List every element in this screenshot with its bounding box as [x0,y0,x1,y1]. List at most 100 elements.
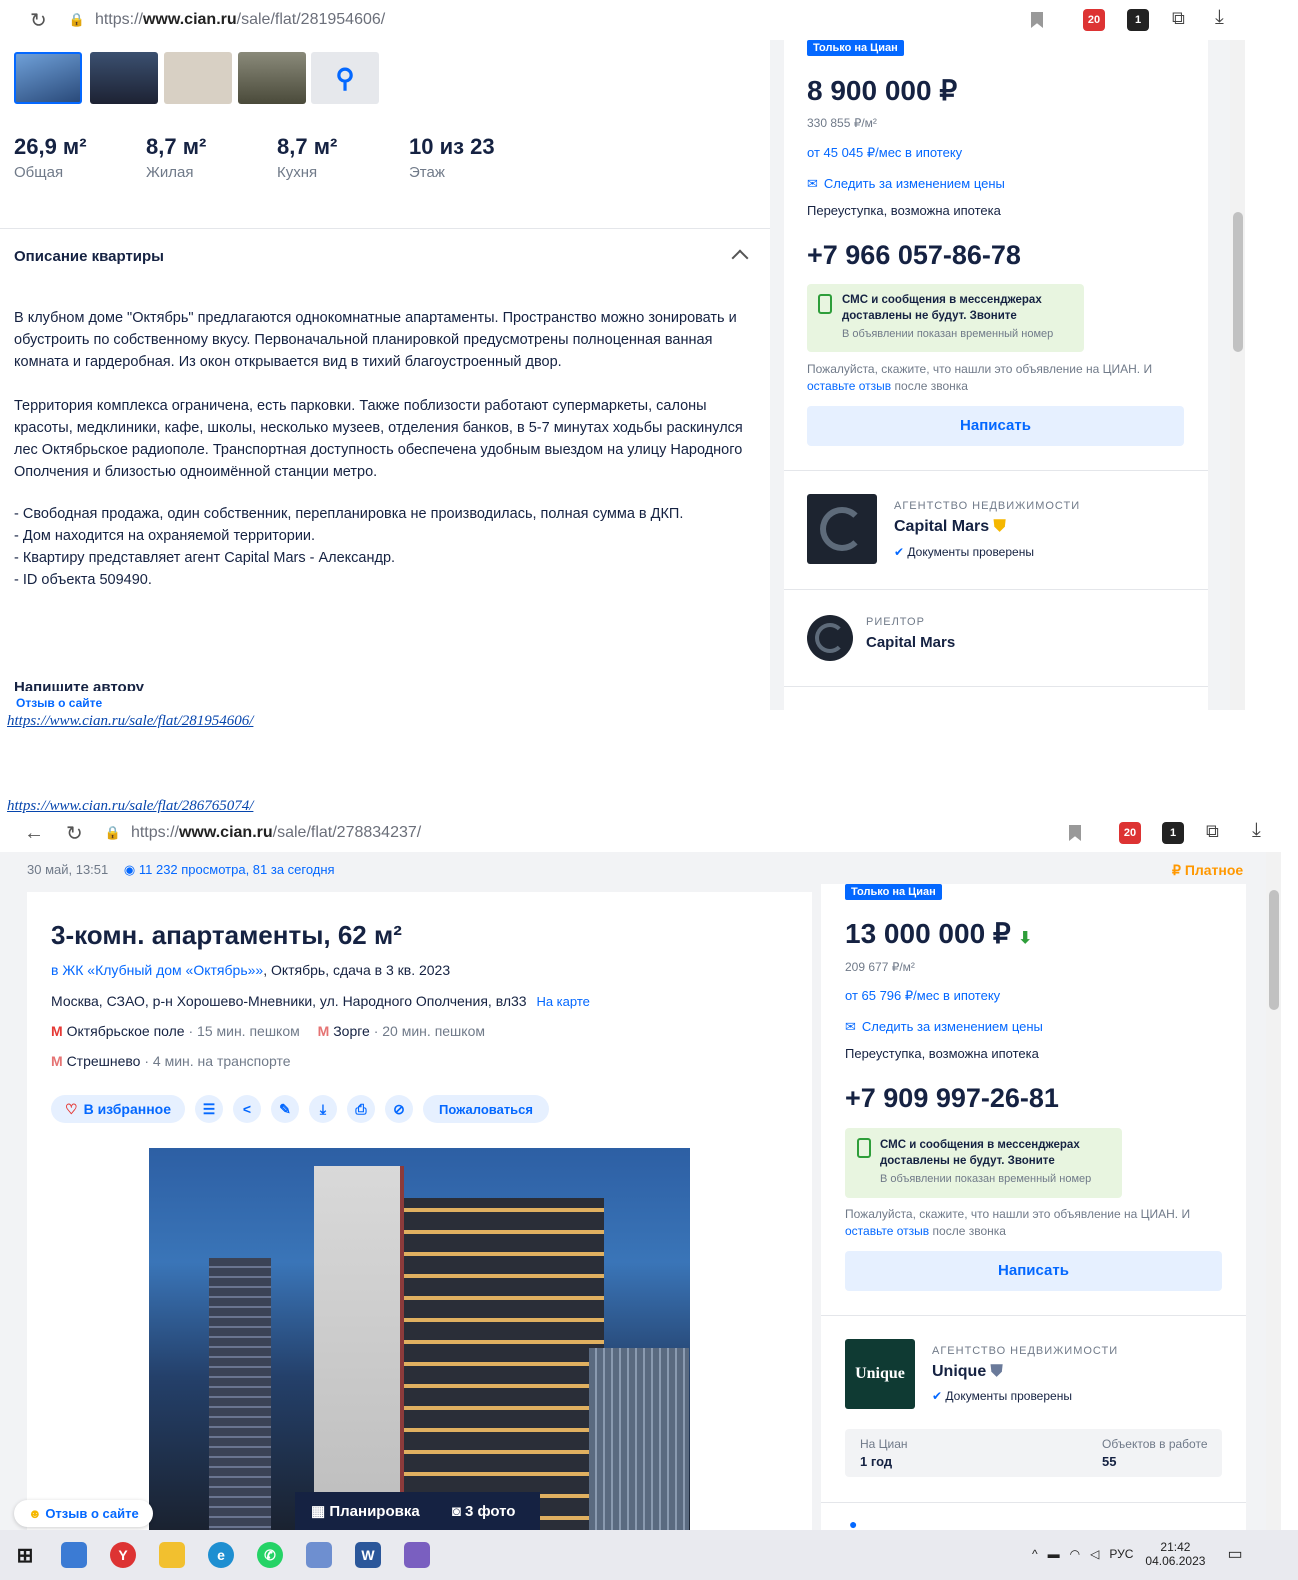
metro-icon: M [51,1053,63,1069]
source-link-2[interactable]: https://www.cian.ru/sale/flat/286765074/ [7,798,253,815]
address-bar[interactable]: https://www.cian.ru/sale/flat/281954606/ [95,11,385,29]
extension-icon-2[interactable]: 1 [1162,822,1184,844]
download-button[interactable]: ⤓ [309,1095,338,1123]
print-button[interactable]: ⎙ [347,1095,376,1123]
reload-icon[interactable]: ↻ [30,8,47,33]
phone-number[interactable]: +7 909 997-26-81 [845,1083,1059,1114]
floorplan-button[interactable]: ▦ Планировка [311,1502,420,1520]
extension-icon-1[interactable]: 20 [1083,9,1105,31]
stat-kitchen: 8,7 м² Кухня [277,134,337,181]
views-link[interactable]: 11 232 просмотра, 81 за сегодня [139,862,335,877]
scroll-thumb[interactable] [1269,890,1279,1010]
system-tray: ^ ▬ ◠ ◁ РУС 21:42 04.06.2023 ▭ [1032,1540,1243,1568]
yandex-browser-icon[interactable]: Y [110,1542,136,1568]
metro-line-1: M Октябрьское поле · 15 мин. пешком M Зо… [51,1023,485,1039]
bookmark-icon[interactable] [1031,12,1043,28]
metro-station[interactable]: Зорге [333,1023,370,1039]
chevron-up-icon[interactable]: ^ [1032,1547,1038,1561]
agency-name[interactable]: Capital Mars ⛊ [894,518,1006,536]
main-photo[interactable] [149,1148,690,1530]
paint-icon[interactable] [404,1542,430,1568]
volume-icon[interactable]: ◁ [1090,1547,1099,1561]
taskbar-app-icon-1[interactable] [61,1542,87,1568]
follow-price-link[interactable]: ✉ Следить за изменением цены [807,176,1005,192]
photos-button[interactable]: ◙ 3 фото [452,1503,516,1520]
mortgage-link[interactable]: от 65 796 ₽/мес в ипотеку [845,988,1000,1004]
thumbnail-4[interactable] [238,52,306,104]
card-divider [784,470,1208,471]
scrollbar-2[interactable] [1266,852,1281,1530]
metro-station[interactable]: Октябрьское поле [67,1023,185,1039]
scroll-thumb[interactable] [1233,212,1243,352]
thumbnail-1[interactable] [14,52,82,104]
envelope-icon: ✉ [845,1019,856,1034]
address-text: Москва, СЗАО, р-н Хорошево-Мневники, ул.… [51,993,527,1009]
favorite-button[interactable]: ♡ В избранное [51,1095,186,1123]
map-pin-icon: ⚲ [335,62,355,93]
whatsapp-icon[interactable]: ✆ [257,1542,283,1568]
agency-logo[interactable] [807,494,877,564]
metro-station[interactable]: Стрешнево [67,1053,141,1069]
floorplan-icon: ▦ [311,1503,326,1520]
agency-type: АГЕНТСТВО НЕДВИЖИМОСТИ [932,1345,1119,1357]
scrollbar-1[interactable] [1230,40,1245,710]
language-indicator[interactable]: РУС [1109,1547,1133,1561]
wifi-icon[interactable]: ◠ [1070,1547,1080,1561]
source-link-1[interactable]: https://www.cian.ru/sale/flat/281954606/ [7,713,253,730]
taskbar-app-icon-2[interactable] [306,1542,332,1568]
battery-icon[interactable]: ▬ [1048,1547,1060,1561]
feedback-label: Отзыв о сайте [45,1506,139,1521]
building-left [209,1258,271,1530]
extensions-puzzle-icon[interactable]: ⧉ [1172,8,1185,29]
eye-icon: ◉ [123,862,136,877]
edge-icon[interactable]: e [208,1542,234,1568]
hide-button[interactable]: ⊘ [385,1095,414,1123]
feedback-button[interactable]: Отзыв о сайте [10,694,109,712]
deal-type: Переуступка, возможна ипотека [807,203,1001,218]
extension-icon-2[interactable]: 1 [1127,9,1149,31]
share-button[interactable]: < [233,1095,262,1123]
phone-number[interactable]: +7 966 057-86-78 [807,240,1021,271]
mortgage-link[interactable]: от 45 045 ₽/мес в ипотеку [807,145,962,161]
agency-logo[interactable]: Unique [845,1339,915,1409]
write-button[interactable]: Написать [807,406,1184,446]
reload-icon[interactable]: ↻ [66,821,83,846]
feedback-button[interactable]: ☻ Отзыв о сайте [14,1500,153,1527]
download-icon[interactable]: ⤓ [1215,6,1224,29]
agency-stats: На Циан 1 год Объектов в работе 55 [845,1429,1222,1477]
complex-link[interactable]: в ЖК «Клубный дом «Октябрь»» [51,962,263,978]
shield-icon: ⛊ [990,1363,1003,1380]
ruble-icon: ₽ [1172,862,1181,878]
note-button[interactable]: ✎ [271,1095,300,1123]
leave-review-link[interactable]: оставьте отзыв [807,379,891,393]
publish-date: 30 май, 13:51 [27,862,109,877]
notifications-icon[interactable]: ▭ [1227,1544,1242,1564]
collapse-chevron-icon[interactable] [731,249,749,267]
realtor-avatar[interactable] [807,615,853,661]
agency-type: АГЕНТСТВО НЕДВИЖИМОСТИ [894,500,1081,512]
map-thumbnail[interactable]: ⚲ [311,52,379,104]
file-explorer-icon[interactable] [159,1542,185,1568]
paid-label: Платное [1184,862,1244,878]
thumbnail-3[interactable] [164,52,232,104]
compare-button[interactable]: ☰ [195,1095,224,1123]
windows-start-icon[interactable]: ⊞ [12,1542,38,1568]
extensions-puzzle-icon[interactable]: ⧉ [1206,821,1219,842]
agency-name[interactable]: Unique ⛊ [932,1363,1003,1381]
desc-paragraph-2: Территория комплекса ограничена, есть па… [14,398,743,480]
realtor-name[interactable]: Capital Mars [866,634,955,651]
write-button[interactable]: Написать [845,1251,1222,1291]
address-bar[interactable]: https://www.cian.ru/sale/flat/278834237/ [131,824,421,842]
clock[interactable]: 21:42 04.06.2023 [1145,1540,1205,1568]
download-icon[interactable]: ⤓ [1252,819,1261,842]
bookmark-icon[interactable] [1069,825,1081,841]
complain-button[interactable]: Пожаловаться [423,1095,549,1123]
on-map-link[interactable]: На карте [536,994,589,1009]
extension-icon-1[interactable]: 20 [1119,822,1141,844]
word-icon[interactable]: W [355,1542,381,1568]
sms-line-2: доставлены не будут. Звоните [880,1155,1055,1167]
thumbnail-2[interactable] [90,52,158,104]
follow-price-link[interactable]: ✉ Следить за изменением цены [845,1019,1043,1035]
leave-review-link[interactable]: оставьте отзыв [845,1224,929,1238]
back-icon[interactable]: ← [24,822,44,845]
